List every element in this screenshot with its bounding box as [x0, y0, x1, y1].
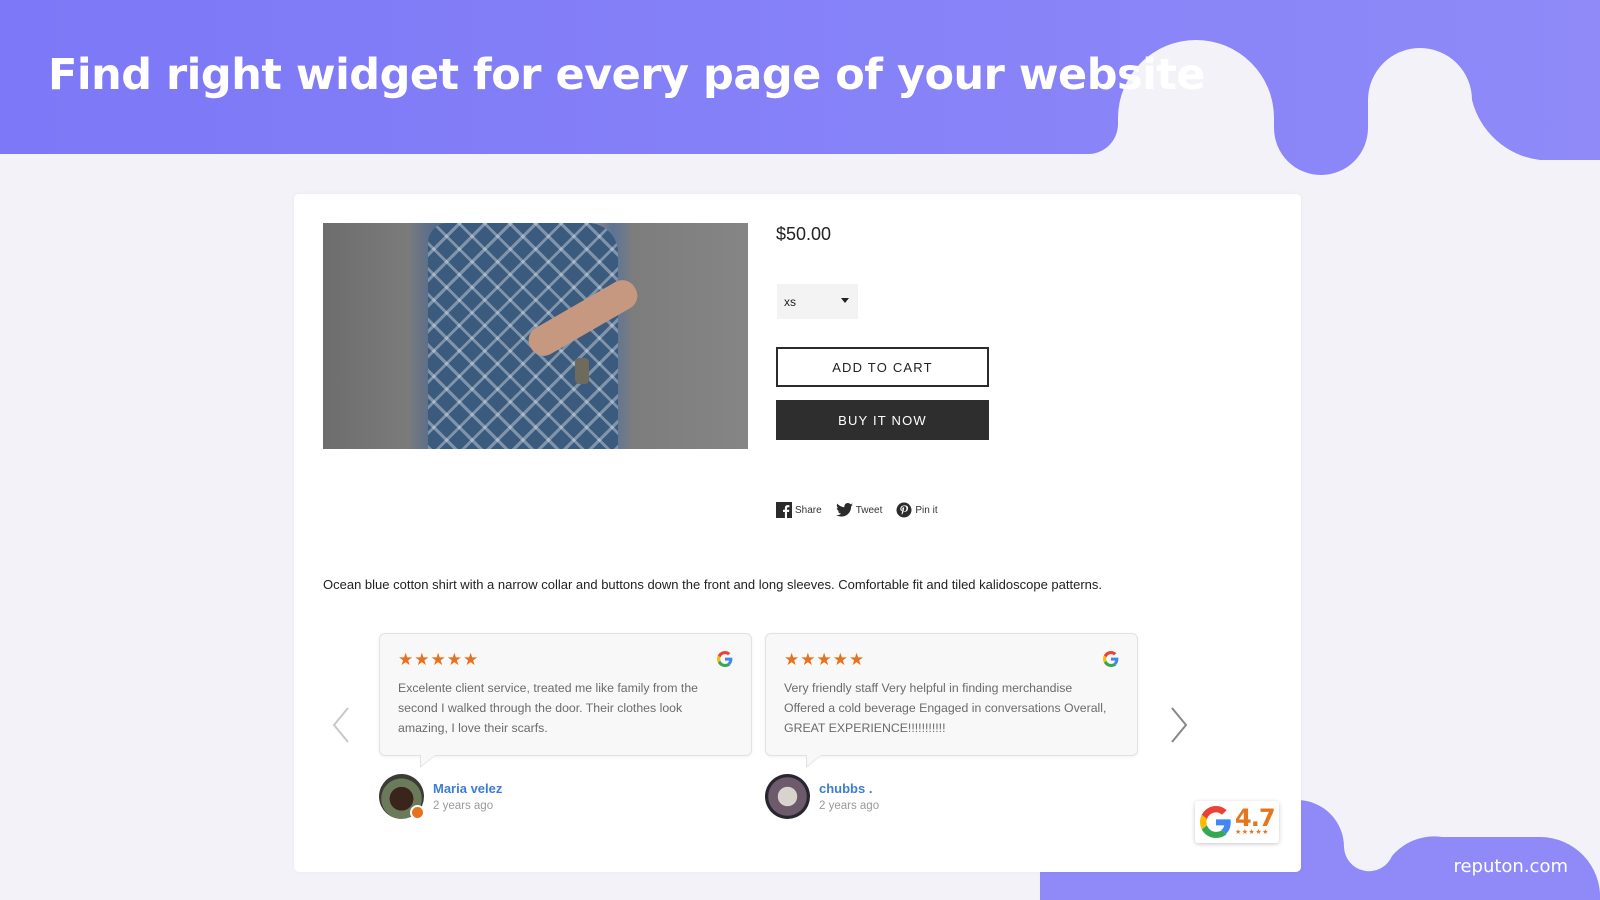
- review-time: 2 years ago: [433, 800, 494, 812]
- shirt-graphic: [428, 223, 618, 449]
- facebook-icon: [776, 502, 792, 518]
- review-text: Excelente client service, treated me lik…: [398, 681, 699, 735]
- google-icon: [717, 651, 733, 667]
- chevron-right-icon[interactable]: [1169, 706, 1189, 744]
- buy-now-button[interactable]: BUY IT NOW: [776, 400, 989, 440]
- speech-tail-inner: [421, 755, 435, 766]
- review-stars: ★★★★★: [784, 650, 866, 669]
- google-rating-badge[interactable]: 4.7 ★★★★★: [1195, 801, 1279, 843]
- tweet-label: Tweet: [855, 504, 883, 516]
- chevron-left-icon[interactable]: [331, 706, 351, 744]
- product-description: Ocean blue cotton shirt with a narrow co…: [323, 577, 1103, 592]
- rating-stars: ★★★★★: [1235, 829, 1269, 836]
- review-author: Maria velez 2 years ago: [379, 774, 502, 820]
- local-guide-badge-icon: [410, 805, 425, 820]
- review-card: ★★★★★ Excelente client service, treated …: [379, 633, 752, 768]
- avatar: [765, 774, 810, 819]
- author-name-link[interactable]: chubbs .: [819, 781, 879, 796]
- rating-score: 4.7: [1235, 804, 1276, 832]
- avatar: [379, 774, 425, 820]
- brand-link[interactable]: reputon.com: [1453, 856, 1568, 877]
- review-time: 2 years ago: [819, 800, 880, 812]
- page-headline: Find right widget for every page of your…: [48, 50, 1206, 100]
- social-share-bar: Share Tweet Pin it: [776, 502, 938, 518]
- product-image: [323, 223, 748, 449]
- pin-label: Pin it: [915, 504, 938, 516]
- author-name-link[interactable]: Maria velez: [433, 781, 502, 796]
- google-icon: [1200, 806, 1231, 838]
- twitter-icon: [835, 503, 853, 517]
- product-card: $50.00 xs ADD TO CART BUY IT NOW Share T…: [294, 194, 1301, 872]
- size-select-value: xs: [784, 294, 796, 309]
- caret-down-icon: [841, 298, 849, 303]
- share-twitter-link[interactable]: Tweet: [835, 503, 883, 517]
- share-label: Share: [795, 504, 822, 516]
- add-to-cart-button[interactable]: ADD TO CART: [776, 347, 989, 387]
- product-price: $50.00: [776, 224, 832, 244]
- speech-tail-inner: [807, 755, 821, 766]
- review-author: chubbs . 2 years ago: [765, 774, 879, 819]
- share-pinterest-link[interactable]: Pin it: [896, 502, 938, 518]
- pinterest-icon: [896, 502, 912, 518]
- share-facebook-link[interactable]: Share: [776, 502, 822, 518]
- google-icon: [1103, 651, 1119, 667]
- review-stars: ★★★★★: [398, 650, 480, 669]
- watch-graphic: [575, 358, 589, 384]
- review-text: Very friendly staff Very helpful in find…: [784, 681, 1107, 735]
- review-card: ★★★★★ Very friendly staff Very helpful i…: [765, 633, 1138, 768]
- size-select[interactable]: xs: [777, 284, 858, 319]
